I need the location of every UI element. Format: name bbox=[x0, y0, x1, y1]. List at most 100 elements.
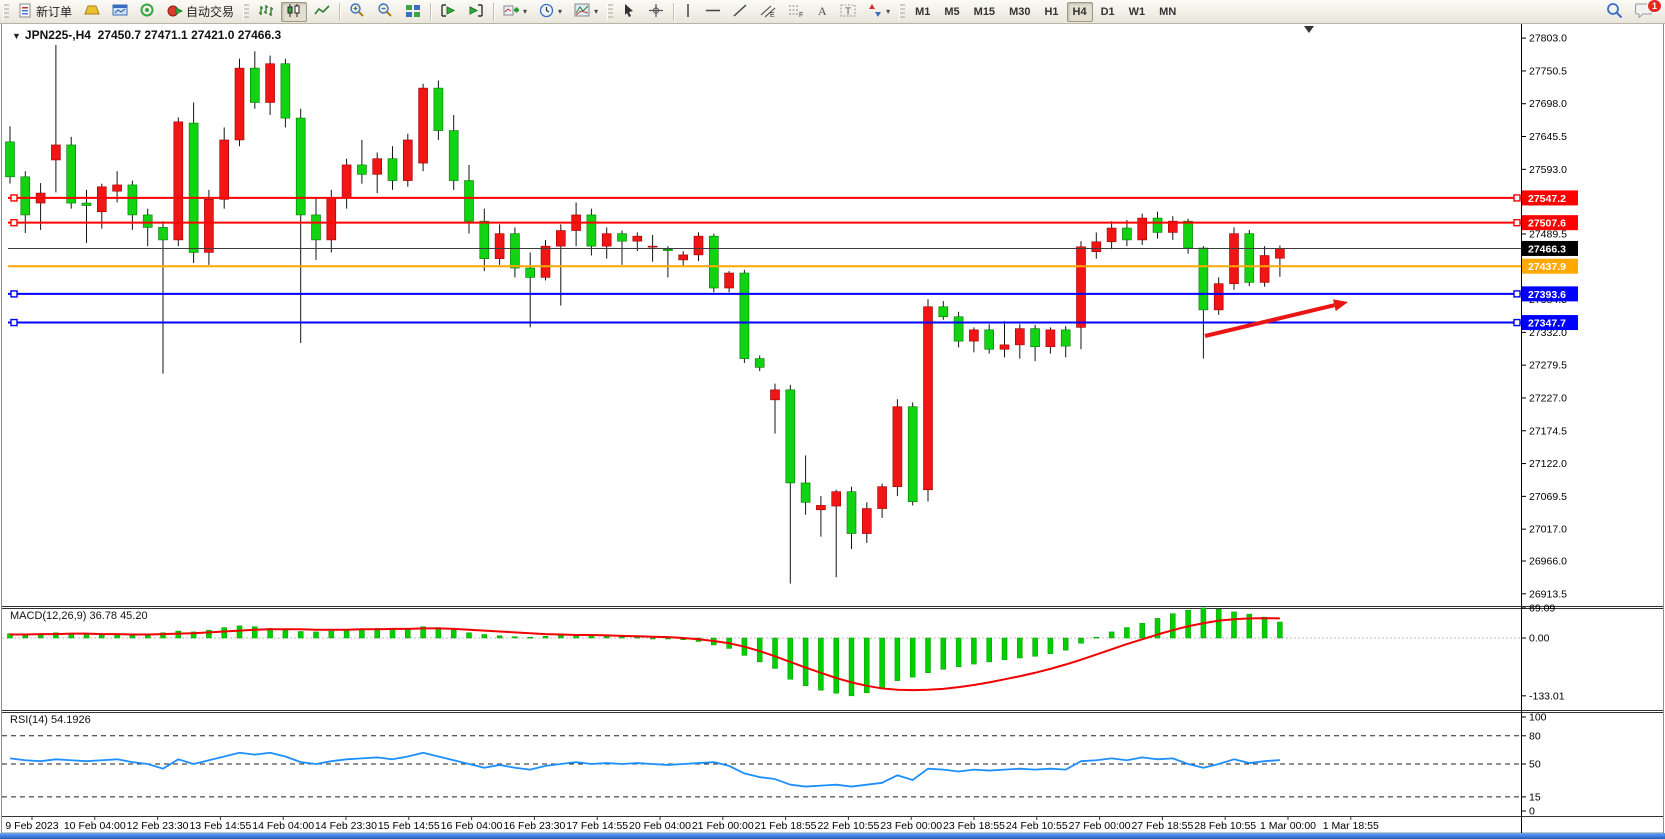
symbol-period: JPN225-,H4 bbox=[25, 28, 91, 42]
candle-up bbox=[862, 509, 871, 534]
timeframe-d1-button[interactable]: D1 bbox=[1095, 2, 1121, 22]
timeframe-m5-button[interactable]: M5 bbox=[938, 2, 965, 22]
periods-button-dropdown-icon[interactable]: ▾ bbox=[558, 7, 562, 16]
price-tick-label: 27698.0 bbox=[1529, 98, 1567, 110]
equidistant-channel-button[interactable]: E bbox=[755, 2, 781, 22]
macd-bar bbox=[222, 628, 227, 638]
time-tick-label: 1 Mar 18:55 bbox=[1323, 820, 1379, 832]
notifications-button[interactable]: 1 bbox=[1630, 2, 1658, 22]
macd-bar bbox=[773, 638, 778, 668]
time-tick-label: 16 Feb 23:30 bbox=[503, 820, 565, 832]
bar-chart-button[interactable] bbox=[253, 2, 279, 22]
auto-trading-icon bbox=[167, 3, 183, 21]
chart-canvas[interactable]: 27803.027750.527698.027645.527593.027540… bbox=[0, 0, 1665, 839]
svg-text:F: F bbox=[799, 12, 803, 18]
data-window-button[interactable] bbox=[107, 2, 133, 22]
templates-button[interactable]: ▾ bbox=[569, 2, 603, 22]
candle-down bbox=[985, 330, 994, 349]
periods-icon bbox=[539, 3, 554, 21]
auto-trading-button-label: 自动交易 bbox=[186, 3, 234, 20]
chart-shift-button[interactable] bbox=[463, 2, 489, 22]
arrows-button[interactable]: ▾ bbox=[863, 2, 895, 22]
fibonacci-button[interactable]: F bbox=[783, 2, 809, 22]
hline-handle[interactable] bbox=[11, 320, 17, 326]
macd-bar bbox=[451, 630, 456, 638]
macd-bar bbox=[941, 638, 946, 669]
time-tick-label: 10 Feb 04:00 bbox=[64, 820, 126, 832]
price-tick-label: 27279.5 bbox=[1529, 360, 1567, 372]
hline-handle[interactable] bbox=[11, 291, 17, 297]
auto-scroll-button[interactable] bbox=[435, 2, 461, 22]
indicators-button[interactable]: ▾ bbox=[498, 2, 532, 22]
candle-down bbox=[954, 317, 963, 341]
market-watch-button[interactable] bbox=[79, 2, 105, 22]
signals-button[interactable] bbox=[135, 2, 160, 22]
text-label-button[interactable]: T bbox=[835, 2, 861, 22]
candle-up bbox=[235, 68, 244, 140]
candlestick-chart-button[interactable] bbox=[281, 2, 307, 22]
zoom-in-button[interactable] bbox=[344, 2, 370, 22]
templates-button-dropdown-icon[interactable]: ▾ bbox=[594, 7, 598, 16]
timeframe-mn-button[interactable]: MN bbox=[1153, 2, 1182, 22]
chart-dropdown-icon[interactable]: ▼ bbox=[12, 31, 21, 41]
macd-bar bbox=[650, 638, 655, 639]
trendline-button[interactable] bbox=[728, 2, 753, 22]
arrows-button-dropdown-icon[interactable]: ▾ bbox=[886, 7, 890, 16]
macd-bar bbox=[543, 636, 548, 638]
candle-up bbox=[1092, 242, 1101, 252]
tile-windows-button[interactable] bbox=[400, 2, 426, 22]
macd-tick-label: 69.09 bbox=[1529, 602, 1555, 614]
candle-up bbox=[1260, 256, 1269, 283]
candle-down bbox=[357, 165, 366, 174]
vertical-line-button[interactable] bbox=[678, 2, 698, 22]
candle-down bbox=[6, 142, 15, 177]
cursor-button[interactable] bbox=[617, 2, 641, 22]
hline-handle[interactable] bbox=[1514, 220, 1520, 226]
auto-trading-button[interactable]: 自动交易 bbox=[162, 2, 239, 22]
hline-handle[interactable] bbox=[1514, 320, 1520, 326]
time-tick-label: 1 Mar 00:00 bbox=[1260, 820, 1316, 832]
timeframe-w1-button[interactable]: W1 bbox=[1123, 2, 1152, 22]
zoom-out-button[interactable] bbox=[372, 2, 398, 22]
timeframe-m30-button[interactable]: M30 bbox=[1003, 2, 1036, 22]
hline-handle[interactable] bbox=[1514, 291, 1520, 297]
new-order-button-label: 新订单 bbox=[36, 3, 72, 20]
crosshair-button[interactable] bbox=[643, 2, 669, 22]
price-tick-label: 27803.0 bbox=[1529, 33, 1567, 45]
time-tick-label: 22 Feb 10:55 bbox=[817, 820, 879, 832]
candle-up bbox=[1046, 330, 1055, 347]
timeframe-m15-button[interactable]: M15 bbox=[968, 2, 1001, 22]
candle-down bbox=[449, 131, 458, 181]
candle-up bbox=[1015, 329, 1024, 345]
candle-up bbox=[1077, 247, 1086, 328]
time-axis[interactable]: 9 Feb 202310 Feb 04:0012 Feb 23:3013 Feb… bbox=[5, 817, 1379, 832]
line-chart-button[interactable] bbox=[309, 2, 335, 22]
candle-up bbox=[419, 88, 428, 163]
candle-down bbox=[801, 483, 810, 502]
candle-up bbox=[648, 246, 657, 247]
candle-up bbox=[924, 307, 933, 490]
candle-up bbox=[403, 140, 412, 181]
new-order-button[interactable]: 新订单 bbox=[13, 2, 77, 22]
hline-handle[interactable] bbox=[11, 195, 17, 201]
candle-down bbox=[786, 390, 795, 483]
search-button[interactable] bbox=[1601, 2, 1628, 22]
timeframe-h4-button[interactable]: H4 bbox=[1067, 2, 1093, 22]
crosshair-icon bbox=[648, 3, 664, 21]
hline-handle[interactable] bbox=[1514, 195, 1520, 201]
periods-button[interactable]: ▾ bbox=[534, 2, 567, 22]
svg-text:27393.6: 27393.6 bbox=[1528, 289, 1566, 301]
hline-handle[interactable] bbox=[11, 220, 17, 226]
indicators-button-dropdown-icon[interactable]: ▾ bbox=[523, 7, 527, 16]
text-label-icon: T bbox=[840, 3, 856, 21]
timeframe-m1-button[interactable]: M1 bbox=[909, 2, 936, 22]
time-tick-label: 20 Feb 04:00 bbox=[629, 820, 691, 832]
horizontal-line-button[interactable] bbox=[700, 2, 726, 22]
candle-down bbox=[128, 185, 137, 215]
candle-down bbox=[510, 234, 519, 268]
candle-down bbox=[1184, 221, 1193, 248]
text-icon: A bbox=[816, 3, 828, 21]
price-tick-label: 27227.0 bbox=[1529, 392, 1567, 404]
text-button[interactable]: A bbox=[811, 2, 833, 22]
timeframe-h1-button[interactable]: H1 bbox=[1038, 2, 1064, 22]
